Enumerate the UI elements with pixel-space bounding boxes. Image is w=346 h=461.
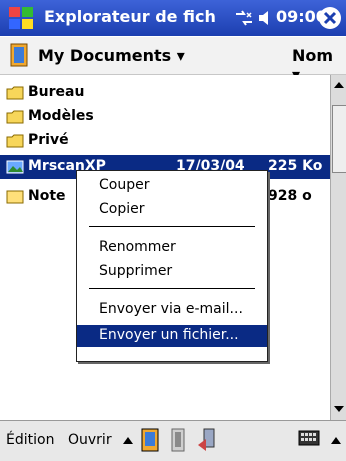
context-menu: Couper Copier Renommer Supprimer Envoyer…: [76, 170, 268, 362]
menu-item-rename[interactable]: Renommer: [77, 237, 267, 259]
folder-icon: [6, 110, 24, 124]
bottom-toolbar: Édition Ouvrir: [0, 420, 346, 461]
menu-separator: [89, 226, 255, 227]
title-bar: Explorateur de fich 09:00: [0, 0, 346, 36]
up-arrow-icon[interactable]: [120, 429, 136, 451]
scroll-thumb[interactable]: [332, 105, 346, 173]
menu-item-send-email[interactable]: Envoyer via e-mail...: [77, 299, 267, 321]
menu-item-label: Couper: [99, 177, 150, 193]
menu-item-label: Envoyer via e-mail...: [99, 301, 243, 317]
send-network-icon[interactable]: [196, 427, 218, 453]
windows-start-icon[interactable]: [6, 4, 36, 32]
window-title: Explorateur de fich: [44, 7, 216, 26]
file-name: Privé: [28, 132, 69, 148]
image-file-icon: [6, 160, 24, 174]
folder-icon: [6, 86, 24, 100]
menu-item-cut[interactable]: Couper: [77, 175, 267, 197]
folder-icon: [6, 134, 24, 148]
close-button[interactable]: [319, 7, 341, 29]
open-menu[interactable]: Ouvrir: [68, 432, 112, 448]
menu-item-label: Supprimer: [99, 263, 173, 279]
file-size: 225 Ko: [268, 158, 323, 174]
list-item[interactable]: Privé: [0, 129, 330, 153]
edit-menu[interactable]: Édition: [6, 432, 54, 448]
menu-item-copy[interactable]: Copier: [77, 199, 267, 221]
list-item[interactable]: Bureau: [0, 81, 330, 105]
input-panel-up-icon[interactable]: [328, 429, 344, 451]
storage-card-icon[interactable]: [140, 427, 160, 453]
menu-item-send-file[interactable]: Envoyer un fichier...: [77, 325, 267, 347]
folder-header: My Documents ▾ Nom ▾: [0, 37, 346, 84]
menu-item-delete[interactable]: Supprimer: [77, 261, 267, 283]
file-size: 928 o: [268, 188, 312, 204]
speaker-icon[interactable]: [258, 9, 274, 27]
connectivity-icon[interactable]: [234, 9, 254, 27]
close-icon: [323, 11, 337, 25]
list-item[interactable]: Modèles: [0, 105, 330, 129]
file-name: Modèles: [28, 108, 94, 124]
documents-icon: [10, 43, 28, 67]
keyboard-icon[interactable]: [298, 430, 320, 446]
file-name: Bureau: [28, 84, 85, 100]
device-memory-icon[interactable]: [168, 427, 188, 453]
menu-separator: [89, 288, 255, 289]
scroll-down-icon[interactable]: [331, 401, 346, 417]
vertical-scrollbar[interactable]: [330, 75, 346, 420]
menu-item-label: Copier: [99, 201, 145, 217]
menu-item-label: Renommer: [99, 239, 176, 255]
folder-dropdown[interactable]: My Documents ▾: [38, 46, 185, 65]
menu-item-label: Envoyer un fichier...: [99, 327, 239, 343]
file-name: Note: [28, 188, 66, 204]
scroll-up-icon[interactable]: [331, 77, 346, 93]
note-icon: [6, 190, 24, 204]
